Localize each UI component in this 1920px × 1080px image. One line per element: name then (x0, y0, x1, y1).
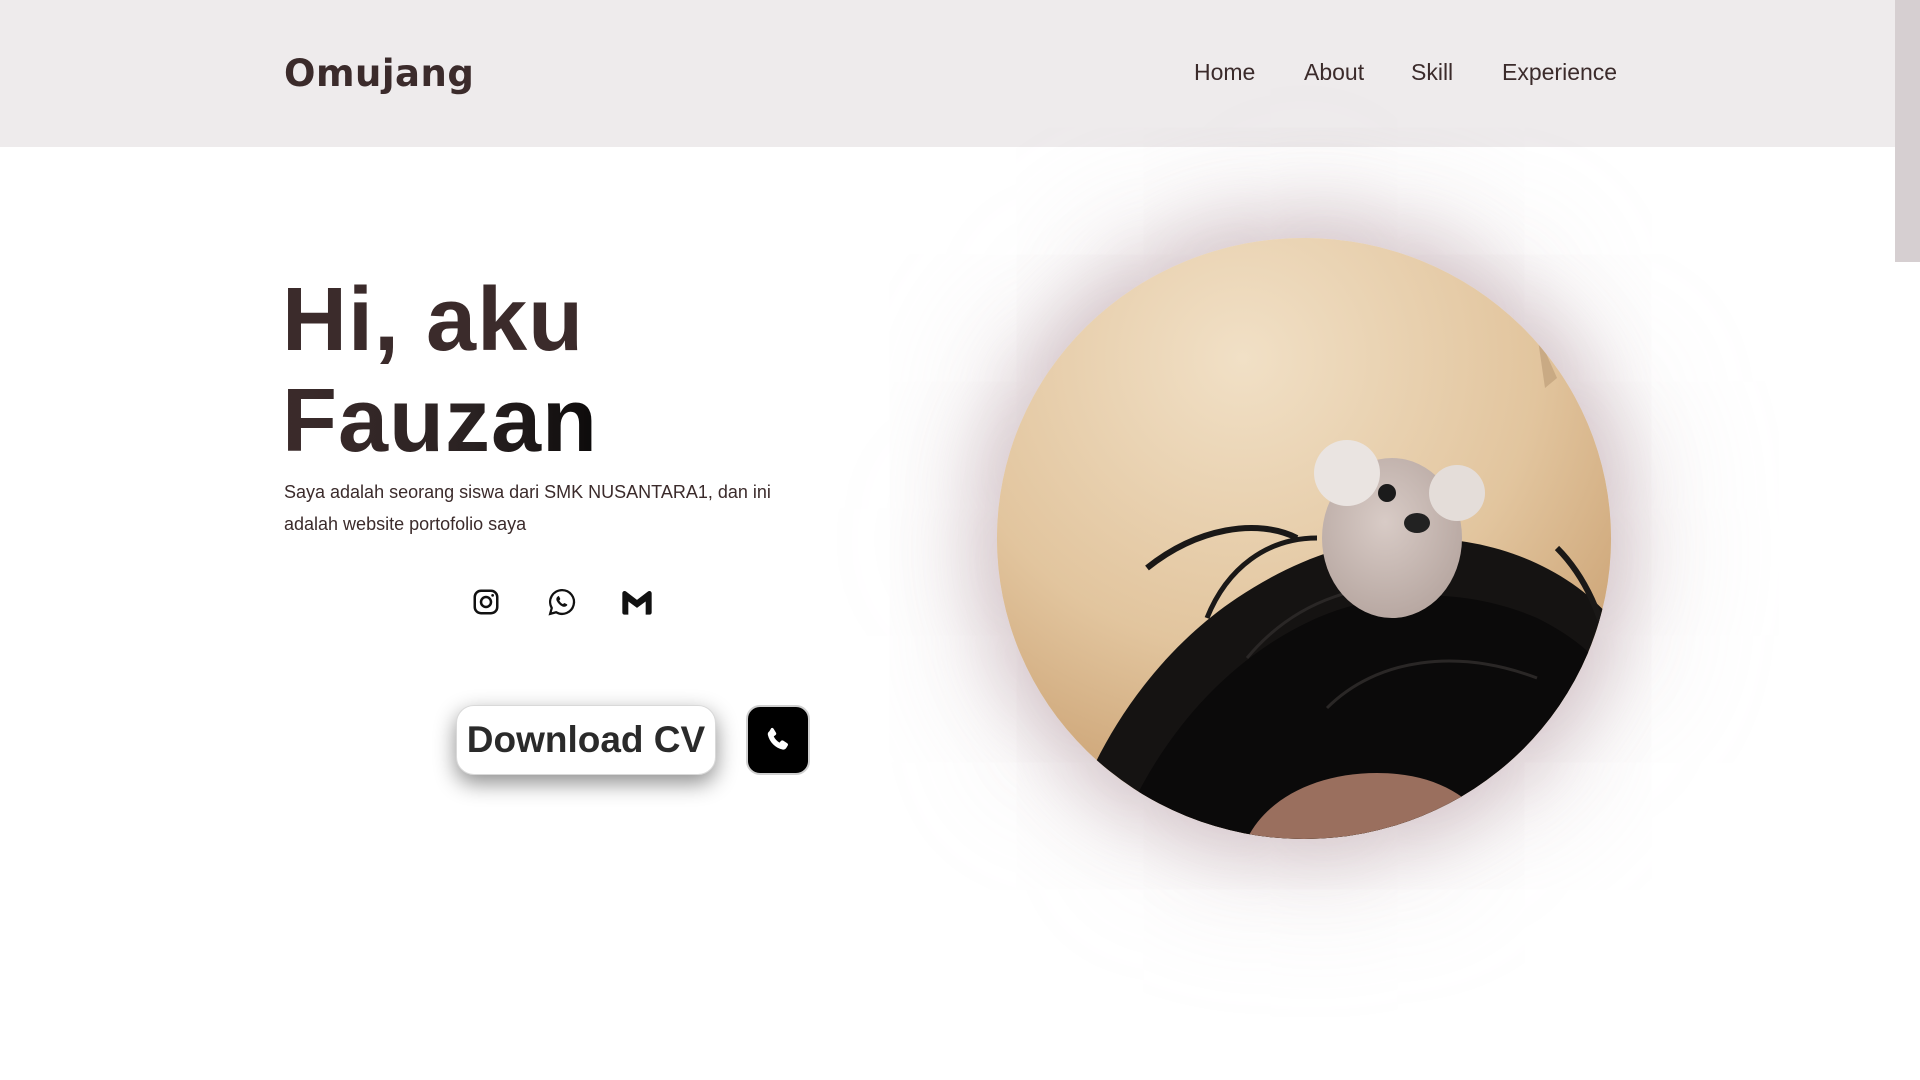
phone-icon (767, 727, 789, 750)
whatsapp-icon (548, 588, 576, 616)
call-button[interactable] (746, 705, 810, 775)
hero-description: Saya adalah seorang siswa dari SMK NUSAN… (284, 482, 771, 534)
gmail-link[interactable] (621, 586, 653, 618)
site-header: Omujang Home About Skill Experience (0, 0, 1895, 147)
download-cv-button[interactable]: Download CV (456, 705, 716, 775)
hero-title: Hi, aku Fauzan (282, 270, 598, 472)
nav-item-home[interactable]: Home (1194, 59, 1255, 86)
instagram-icon (473, 589, 499, 615)
nav-item-experience[interactable]: Experience (1502, 59, 1617, 86)
profile-photo (997, 238, 1611, 839)
whatsapp-link[interactable] (546, 586, 578, 618)
hero-title-name: Fauzan (282, 371, 599, 471)
nav-item-about[interactable]: About (1304, 59, 1364, 86)
nav-item-skill[interactable]: Skill (1411, 59, 1453, 86)
site-logo[interactable]: Omujang (284, 52, 474, 95)
hero-title-line-1: Hi, aku (282, 270, 585, 370)
instagram-link[interactable] (470, 586, 502, 618)
profile-photo-illustration (997, 238, 1611, 839)
gmail-icon (622, 590, 652, 615)
page-scrollbar-thumb[interactable] (1895, 0, 1920, 262)
